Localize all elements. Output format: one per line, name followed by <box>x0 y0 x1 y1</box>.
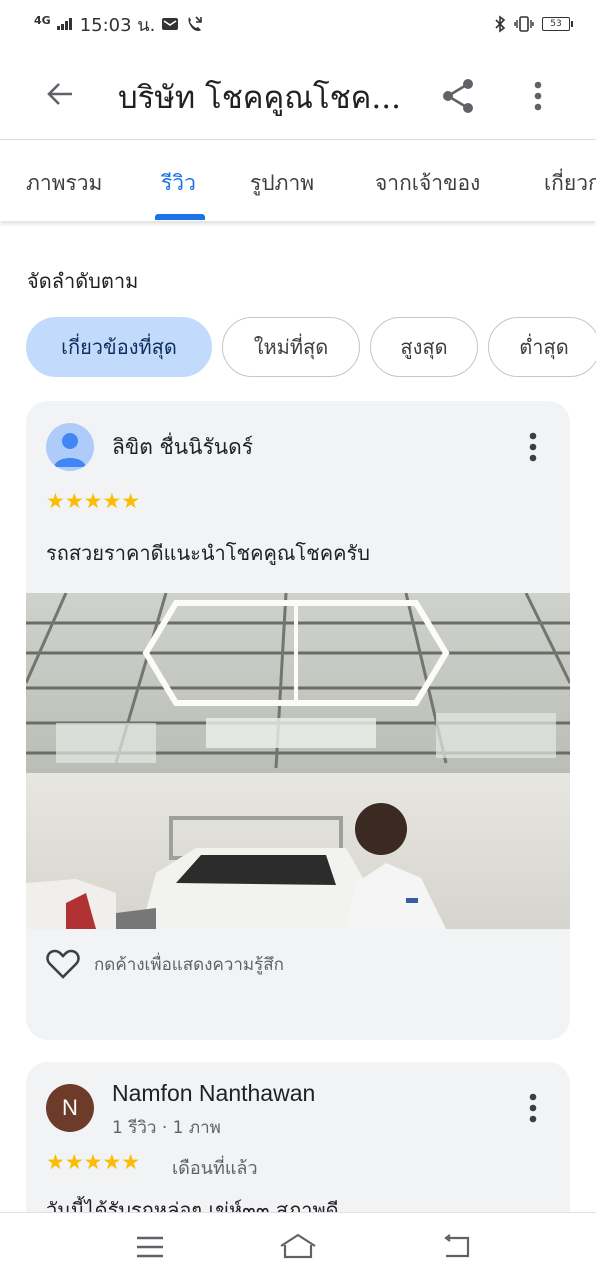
menu-icon <box>137 1236 163 1258</box>
default-avatar-icon <box>54 433 86 467</box>
more-vert-icon <box>529 1093 537 1123</box>
showroom-photo-image <box>26 593 570 929</box>
sort-label: จัดลำดับตาม <box>27 269 139 293</box>
tab-photos[interactable]: รูปภาพ <box>250 167 314 200</box>
back-nav-icon <box>444 1234 470 1258</box>
chip-most-relevant[interactable]: เกี่ยวข้องที่สุด <box>26 317 212 377</box>
back-nav-button[interactable] <box>436 1227 476 1267</box>
reviewer-name[interactable]: Namfon Nanthawan <box>112 1080 315 1107</box>
like-row[interactable]: กดค้างเพื่อแสดงความรู้สึก <box>46 949 284 979</box>
signal-icon <box>56 18 72 30</box>
review-photo[interactable] <box>26 593 570 929</box>
home-icon <box>280 1233 316 1259</box>
vibrate-icon <box>514 16 534 32</box>
more-vert-icon <box>534 81 542 111</box>
review-card: ลิขิต ชื่นนิรันดร์ ★★★★★ รถสวยราคาดีแนะน… <box>26 401 570 1040</box>
bluetooth-icon <box>495 15 506 33</box>
menu-button[interactable] <box>130 1227 170 1267</box>
more-options-button[interactable] <box>516 74 560 118</box>
status-time: 15:03 น. <box>79 14 156 36</box>
network-type: 4G <box>34 13 51 27</box>
like-label: กดค้างเพื่อแสดงความรู้สึก <box>94 954 284 975</box>
battery-icon: 53 <box>542 17 573 31</box>
app-bar: บริษัท โชคคูณโชค... <box>0 48 596 140</box>
reviewer-name[interactable]: ลิขิต ชื่นนิรันดร์ <box>112 431 253 464</box>
more-vert-icon <box>529 432 537 462</box>
chip-lowest[interactable]: ต่ำสุด <box>488 317 596 377</box>
chip-newest[interactable]: ใหม่ที่สุด <box>222 317 360 377</box>
system-nav-bar <box>0 1212 596 1280</box>
avatar[interactable]: N <box>46 1084 94 1132</box>
missed-call-icon <box>188 16 203 31</box>
chip-highest[interactable]: สูงสุด <box>370 317 478 377</box>
star-rating: ★★★★★ <box>46 489 141 513</box>
tab-indicator <box>155 214 205 220</box>
status-bar: 4G 15:03 น. 53 <box>0 0 596 48</box>
share-icon <box>443 79 473 113</box>
review-text: รถสวยราคาดีแนะนำโชคคูณโชคครับ <box>46 541 370 565</box>
review-more-button[interactable] <box>518 1090 548 1126</box>
share-button[interactable] <box>436 74 480 118</box>
battery-level: 53 <box>550 19 562 29</box>
tab-about[interactable]: เกี่ยวก <box>544 167 596 200</box>
home-button[interactable] <box>278 1227 318 1267</box>
avatar[interactable] <box>46 423 94 471</box>
arrow-back-icon <box>47 83 72 105</box>
tab-bar: ภาพรวม รีวิว รูปภาพ จากเจ้าของ เกี่ยวก <box>0 141 596 221</box>
star-rating: ★★★★★ <box>46 1150 141 1174</box>
back-button[interactable] <box>40 74 80 114</box>
heart-outline-icon <box>46 949 80 979</box>
mail-icon <box>162 18 179 30</box>
page-title: บริษัท โชคคูณโชค... <box>118 80 401 116</box>
review-more-button[interactable] <box>518 429 548 465</box>
tab-reviews[interactable]: รีวิว <box>161 167 196 200</box>
tab-overview[interactable]: ภาพรวม <box>26 167 102 200</box>
reviewer-meta: 1 รีวิว · 1 ภาพ <box>112 1118 221 1138</box>
review-date: เดือนที่แล้ว <box>172 1158 258 1179</box>
tab-from-owner[interactable]: จากเจ้าของ <box>375 167 480 200</box>
